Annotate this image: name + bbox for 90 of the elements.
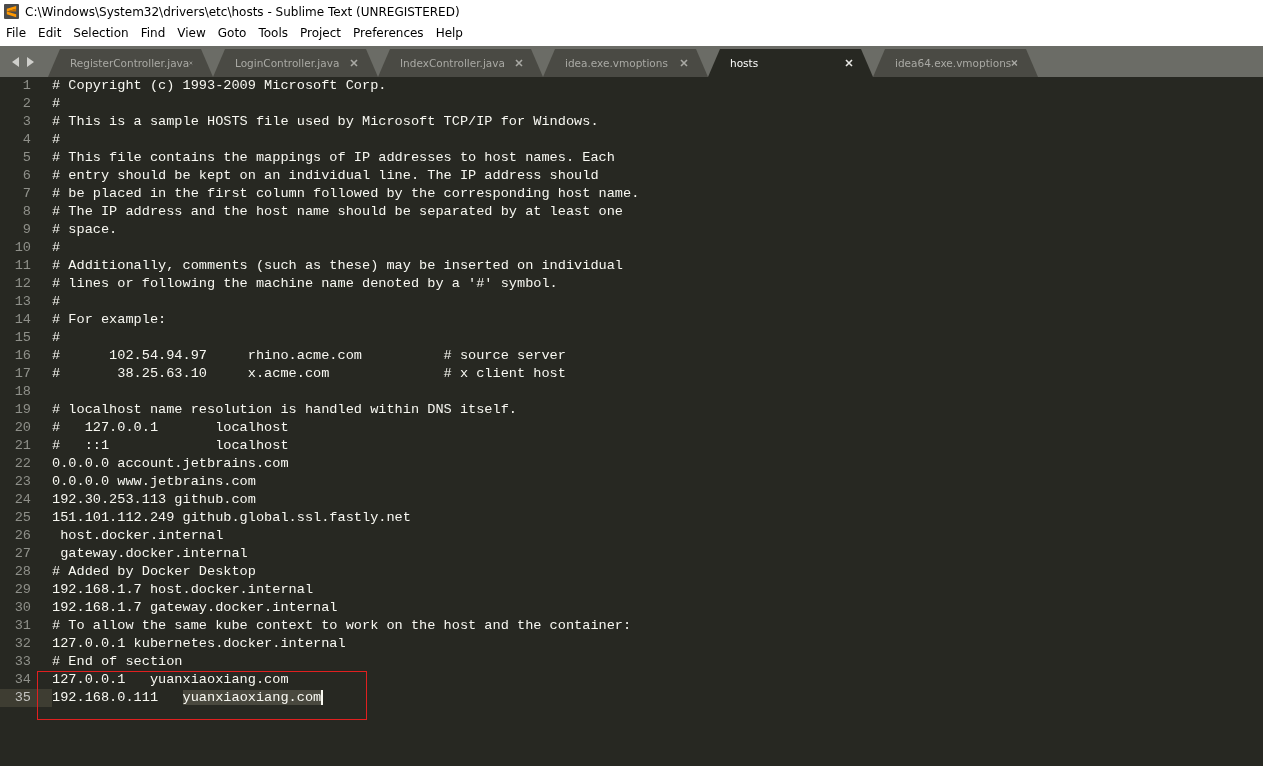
code-line: # be placed in the first column followed by the corresponding host name. [52, 186, 640, 201]
editor-tab[interactable]: idea.exe.vmoptions [543, 49, 708, 77]
code-line: gateway.docker.internal [59, 546, 248, 561]
line-number: 10 [13, 239, 32, 257]
editor-tab[interactable]: hosts [708, 49, 873, 77]
line-number: 14 [13, 311, 32, 329]
line-number: 11 [13, 257, 32, 275]
window-title: C:\Windows\System32\drivers\etc\hosts - Sublime Text (UNREGISTERED) [25, 4, 460, 19]
code-line: 0.0.0.0 account.jetbrains.com [52, 456, 289, 471]
line-number: 22 [13, 455, 32, 473]
code-line: # [52, 294, 61, 309]
line-number: 3 [21, 113, 32, 131]
code-line: 192.168.0.111 [52, 690, 160, 705]
line-number: 23 [13, 473, 32, 491]
menu-item[interactable]: Selection [69, 26, 133, 40]
code-line: # localhost name resolution is handled within DNS itself. [52, 402, 517, 417]
line-number: 12 [13, 275, 32, 293]
code-line: # ::1 localhost [52, 438, 289, 453]
right-arrow-icon[interactable] [26, 56, 34, 67]
line-number: 1 [21, 77, 32, 95]
code-line: 192.168.1.7 gateway.docker.internal [52, 600, 338, 615]
code-line: # This is a sample HOSTS file used by Microsoft TCP/IP for Windows. [52, 114, 599, 129]
code-line: 151.101.112.249 github.global.ssl.fastly.net [52, 510, 411, 525]
line-number: 32 [13, 635, 32, 653]
menu-item[interactable]: View [173, 26, 210, 40]
code-line: # [52, 132, 61, 147]
menu-item[interactable]: Find [136, 26, 170, 40]
line-number: 33 [13, 653, 32, 671]
line-number: 25 [13, 509, 32, 527]
code-line: 192.30.253.113 github.com [52, 492, 256, 507]
menu-item[interactable]: File [2, 26, 31, 40]
line-number: 29 [13, 581, 32, 599]
line-number: 27 [13, 545, 32, 563]
code-line: # For example: [52, 312, 167, 327]
line-number: 13 [13, 293, 32, 311]
menu-item[interactable]: Help [431, 26, 467, 40]
code-line: # The IP address and the host name should be separated by at least one [52, 204, 624, 219]
editor-tab[interactable]: RegisterController.java [48, 49, 213, 77]
line-number: 5 [21, 149, 32, 167]
code-line: # 127.0.0.1 localhost [52, 420, 289, 435]
code-line: # [52, 240, 61, 255]
code-line: 127.0.0.1 kubernetes.docker.internal [52, 636, 346, 651]
menu-item[interactable]: Project [296, 26, 346, 40]
code-line: # [52, 330, 61, 345]
line-number: 15 [13, 329, 32, 347]
code-line: # [52, 96, 61, 111]
line-number: 19 [13, 401, 32, 419]
line-number: 18 [13, 383, 32, 401]
line-number: 6 [21, 167, 32, 185]
menu-item[interactable]: Edit [34, 26, 66, 40]
code-line: 0.0.0.0 www.jetbrains.com [52, 474, 256, 489]
line-number: 30 [13, 599, 32, 617]
line-number: 7 [21, 185, 32, 203]
line-number: 8 [21, 203, 32, 221]
line-number: 4 [21, 131, 32, 149]
selected-text: yuanxiaoxiang.com [182, 690, 324, 705]
code-line: # Added by Docker Desktop [52, 564, 256, 579]
line-number: 2 [21, 95, 32, 113]
line-number: 26 [13, 527, 32, 545]
line-number: 17 [13, 365, 32, 383]
line-number: 21 [13, 437, 32, 455]
line-number: 20 [13, 419, 32, 437]
code-line: 192.168.1.7 host.docker.internal [52, 582, 314, 597]
line-number: 9 [21, 221, 32, 239]
code-line: # End of section [52, 654, 183, 669]
app-logo-icon [4, 4, 19, 19]
code-line: # Additionally, comments (such as these) may be inserted on individual [52, 258, 624, 273]
code-line: 127.0.0.1 yuanxiaoxiang.com [52, 672, 289, 687]
editor-tab[interactable]: LoginController.java [213, 49, 378, 77]
menu-item[interactable]: Preferences [349, 26, 428, 40]
left-arrow-icon[interactable] [12, 56, 20, 67]
editor-tab[interactable]: IndexController.java [378, 49, 543, 77]
code-line: # space. [52, 222, 118, 237]
menu-item[interactable]: Tools [254, 26, 292, 40]
line-number: 35 [0, 689, 52, 707]
line-number: 31 [13, 617, 32, 635]
code-line: # 102.54.94.97 rhino.acme.com # source server [52, 348, 566, 363]
code-line: # Copyright (c) 1993-2009 Microsoft Corp. [52, 78, 387, 93]
editor-tab[interactable]: idea64.exe.vmoptions [873, 49, 1038, 77]
line-number: 28 [13, 563, 32, 581]
code-line: # 38.25.63.10 x.acme.com # x client host [52, 366, 566, 381]
line-number: 34 [13, 671, 32, 689]
code-line: # lines or following the machine name denoted by a '#' symbol. [52, 276, 558, 291]
menu-item[interactable]: Goto [213, 26, 251, 40]
code-line: host.docker.internal [59, 528, 224, 543]
code-line: # This file contains the mappings of IP addresses to host names. Each [52, 150, 615, 165]
code-line: # entry should be kept on an individual line. The IP address should [52, 168, 599, 183]
line-number: 16 [13, 347, 32, 365]
line-number: 24 [13, 491, 32, 509]
code-line: # To allow the same kube context to work on the host and the container: [52, 618, 632, 633]
